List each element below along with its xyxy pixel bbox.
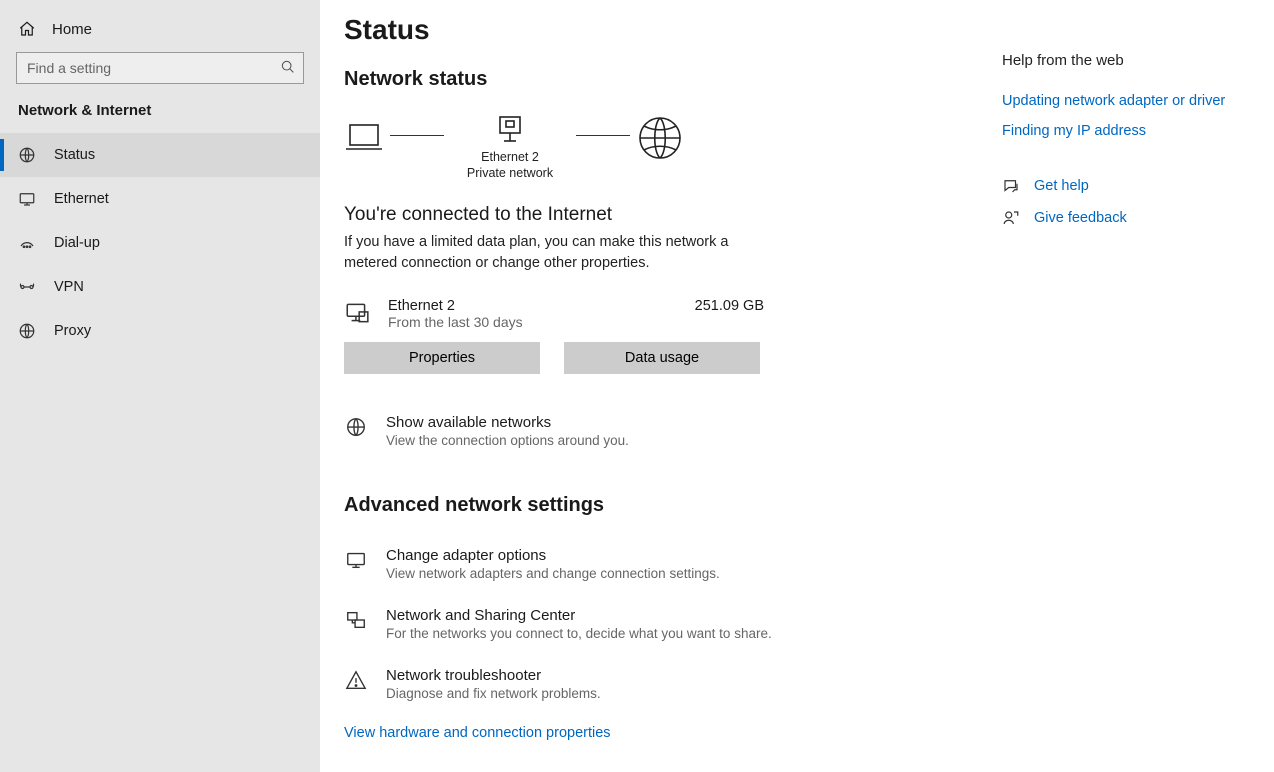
dialup-icon [18,234,36,252]
ethernet-port-icon [496,111,524,149]
network-troubleshooter[interactable]: Network troubleshooter Diagnose and fix … [344,667,970,701]
laptop-icon [344,119,384,157]
sidebar-item-label: Proxy [54,323,91,339]
sidebar-item-vpn[interactable]: VPN [0,265,320,309]
sidebar-item-status[interactable]: Status [0,133,320,177]
status-icon [18,146,36,164]
adapter-icon [344,548,368,572]
sidebar-nav: Status Ethernet Dial-up VPN Proxy [0,133,320,353]
give-feedback-row[interactable]: Give feedback [1002,209,1250,227]
connection-data-used: 251.09 GB [695,298,764,314]
advanced-settings-heading: Advanced network settings [344,494,970,517]
option-sub: View network adapters and change connect… [386,566,720,581]
sidebar-item-ethernet[interactable]: Ethernet [0,177,320,221]
connection-summary: Ethernet 2 From the last 30 days 251.09 … [344,298,764,330]
connection-name: Ethernet 2 [388,298,677,314]
option-sub: View the connection options around you. [386,433,629,448]
option-sub: For the networks you connect to, decide … [386,626,772,641]
feedback-icon [1002,209,1020,227]
diagram-device [344,119,384,173]
ethernet-icon [18,190,36,208]
warning-icon [344,668,368,692]
get-help-row[interactable]: Get help [1002,177,1250,195]
get-help-link[interactable]: Get help [1034,178,1089,194]
help-link-update-adapter[interactable]: Updating network adapter or driver [1002,93,1250,109]
vpn-icon [18,278,36,296]
network-diagram: Ethernet 2 Private network [344,111,970,182]
sidebar-item-proxy[interactable]: Proxy [0,309,320,353]
option-name: Network troubleshooter [386,667,601,684]
view-hardware-link[interactable]: View hardware and connection properties [344,725,611,741]
globe-icon [344,415,368,439]
properties-button[interactable]: Properties [344,342,540,374]
search-icon [280,59,296,75]
sidebar-item-label: VPN [54,279,84,295]
proxy-icon [18,322,36,340]
show-available-networks[interactable]: Show available networks View the connect… [344,414,970,448]
sidebar-section-title: Network & Internet [0,102,320,133]
network-sharing-center[interactable]: Network and Sharing Center For the netwo… [344,607,970,641]
connected-heading: You're connected to the Internet [344,204,970,226]
option-name: Network and Sharing Center [386,607,772,624]
globe-icon [636,114,684,162]
sidebar-item-dialup[interactable]: Dial-up [0,221,320,265]
data-usage-button[interactable]: Data usage [564,342,760,374]
sidebar-item-label: Status [54,147,95,163]
connected-description: If you have a limited data plan, you can… [344,232,764,274]
option-sub: Diagnose and fix network problems. [386,686,601,701]
sidebar-home[interactable]: Home [0,14,320,52]
sidebar-item-label: Dial-up [54,235,100,251]
sidebar: Home Network & Internet Status Ethernet … [0,0,320,772]
network-status-heading: Network status [344,68,970,91]
search-input[interactable] [16,52,304,84]
diagram-internet [636,114,684,178]
chat-icon [1002,177,1020,195]
help-heading: Help from the web [1002,52,1250,69]
diagram-adapter-name: Ethernet 2 [450,149,570,165]
sidebar-item-label: Ethernet [54,191,109,207]
search-field-wrap [16,52,304,84]
home-icon [18,20,36,38]
diagram-network-type: Private network [450,165,570,181]
sidebar-home-label: Home [52,21,92,38]
give-feedback-link[interactable]: Give feedback [1034,210,1127,226]
connection-period: From the last 30 days [388,314,677,330]
sharing-icon [344,608,368,632]
monitor-icon [344,300,370,326]
help-panel: Help from the web Updating network adapt… [994,0,1274,772]
page-title: Status [344,14,970,46]
option-name: Show available networks [386,414,629,431]
main-content: Status Network status Ethernet 2 Private… [320,0,994,772]
help-link-find-ip[interactable]: Finding my IP address [1002,123,1250,139]
option-name: Change adapter options [386,547,720,564]
diagram-adapter: Ethernet 2 Private network [450,111,570,182]
change-adapter-options[interactable]: Change adapter options View network adap… [344,547,970,581]
